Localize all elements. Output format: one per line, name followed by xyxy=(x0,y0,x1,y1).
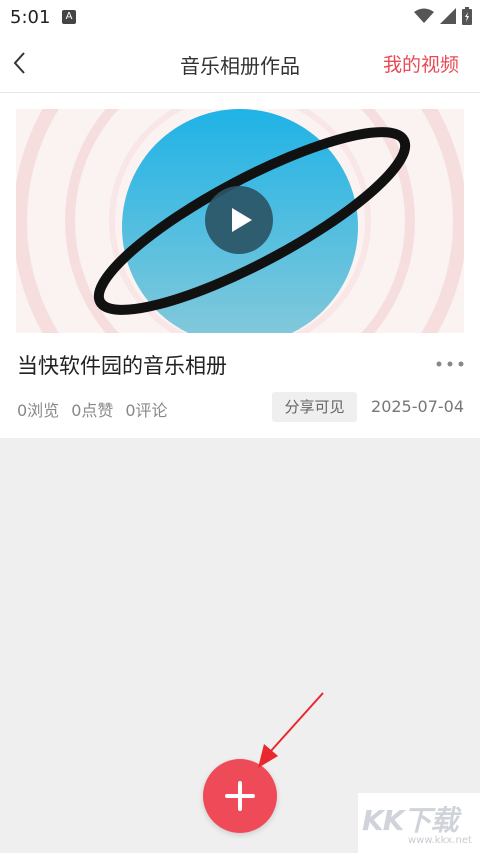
play-button[interactable] xyxy=(204,185,274,255)
video-thumbnail[interactable] xyxy=(16,109,464,333)
more-dots-icon xyxy=(436,361,464,367)
comments-count: 0评论 xyxy=(125,401,168,420)
watermark-logo: KK下载 xyxy=(362,804,458,837)
views-count: 0浏览 xyxy=(17,401,60,420)
wifi-icon xyxy=(414,8,434,23)
add-button[interactable] xyxy=(203,759,277,833)
notification-icon: A xyxy=(62,10,76,24)
video-title[interactable]: 当快软件园的音乐相册 xyxy=(17,350,227,380)
publish-date: 2025-07-04 xyxy=(371,397,464,416)
my-videos-link[interactable]: 我的视频 xyxy=(383,50,459,77)
status-icons xyxy=(414,7,472,25)
watermark-url: www.kkx.net xyxy=(408,835,472,846)
more-options-button[interactable] xyxy=(436,357,464,371)
visibility-badge: 分享可见 xyxy=(272,392,357,422)
signal-icon xyxy=(440,8,456,24)
video-stats: 0浏览 0点赞 0评论 xyxy=(17,397,168,421)
header: 音乐相册作品 我的视频 xyxy=(0,34,480,93)
video-card: 当快软件园的音乐相册 0浏览 0点赞 0评论 分享可见 2025-07-04 xyxy=(0,93,480,438)
likes-count: 0点赞 xyxy=(71,401,114,420)
watermark: KK下载 www.kkx.net xyxy=(358,793,480,853)
status-bar: 5:01 A xyxy=(0,0,480,34)
status-time: 5:01 xyxy=(10,7,51,28)
battery-icon xyxy=(462,7,472,25)
plus-icon xyxy=(225,781,255,811)
